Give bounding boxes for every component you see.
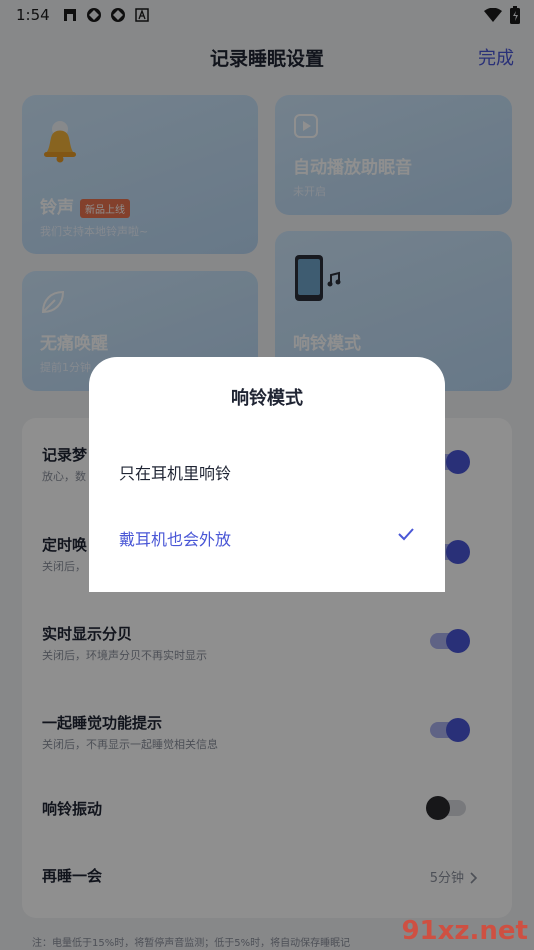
option-also-speaker[interactable]: 戴耳机也会外放 (89, 509, 445, 565)
check-icon (397, 526, 415, 545)
dialog-title: 响铃模式 (231, 388, 303, 409)
option-label: 只在耳机里响铃 (119, 464, 232, 483)
option-headphone-only[interactable]: 只在耳机里响铃 (89, 443, 445, 499)
ring-mode-dialog: 响铃模式 只在耳机里响铃 戴耳机也会外放 (89, 357, 445, 592)
watermark: 91xz.net (401, 916, 528, 946)
option-label: 戴耳机也会外放 (119, 530, 232, 549)
